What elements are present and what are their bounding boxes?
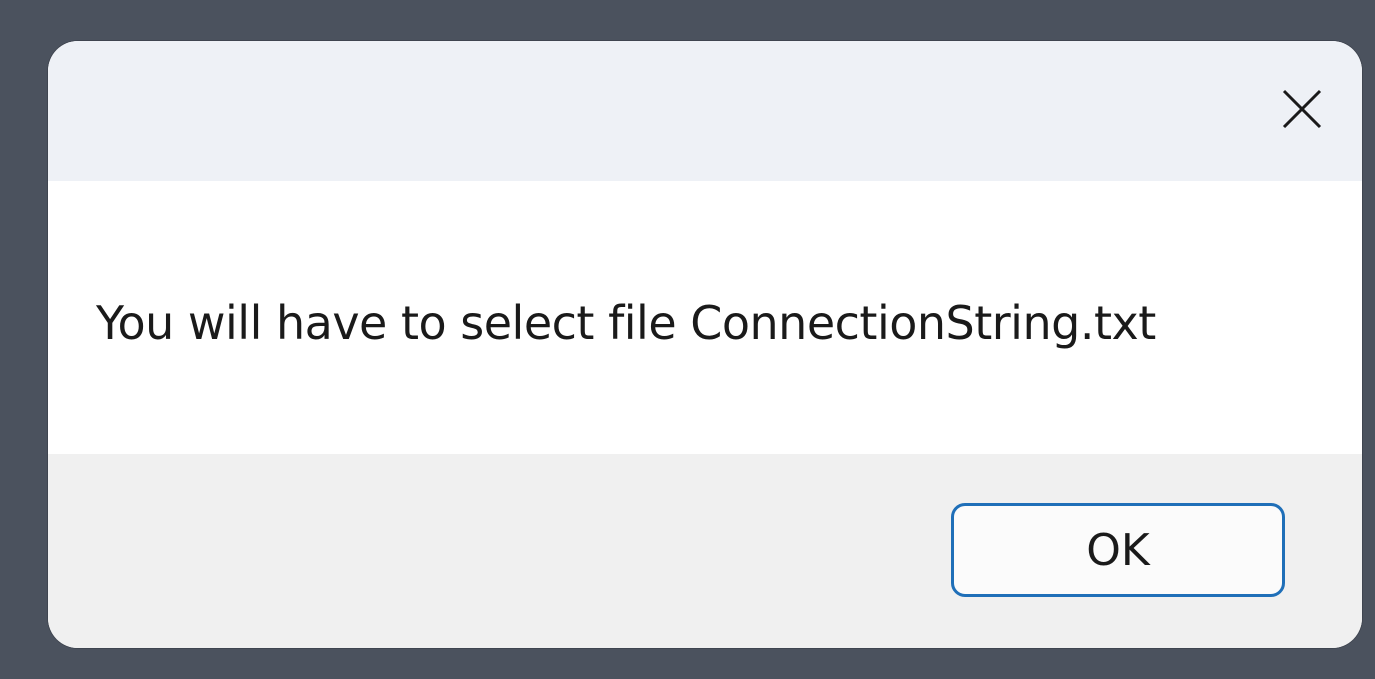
dialog-titlebar xyxy=(48,41,1362,181)
dialog-message: You will have to select file ConnectionS… xyxy=(96,296,1156,350)
close-icon xyxy=(1282,89,1322,129)
ok-button[interactable]: OK xyxy=(951,503,1285,597)
desktop-backdrop: You will have to select file ConnectionS… xyxy=(0,0,1375,679)
message-dialog: You will have to select file ConnectionS… xyxy=(48,41,1362,648)
close-button[interactable] xyxy=(1266,73,1338,145)
